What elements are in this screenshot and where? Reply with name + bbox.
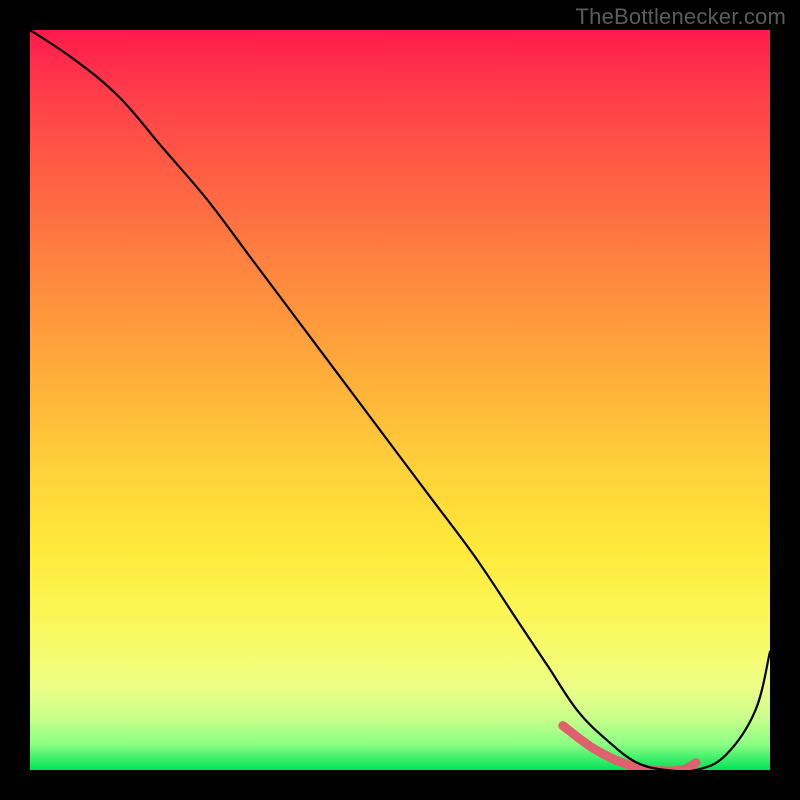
bottleneck-curve (30, 30, 770, 770)
chart-svg (30, 30, 770, 770)
watermark-text: TheBottlenecker.com (576, 4, 786, 30)
plot-area (30, 30, 770, 770)
chart-frame: TheBottlenecker.com (0, 0, 800, 800)
optimal-range-highlight (563, 726, 696, 770)
